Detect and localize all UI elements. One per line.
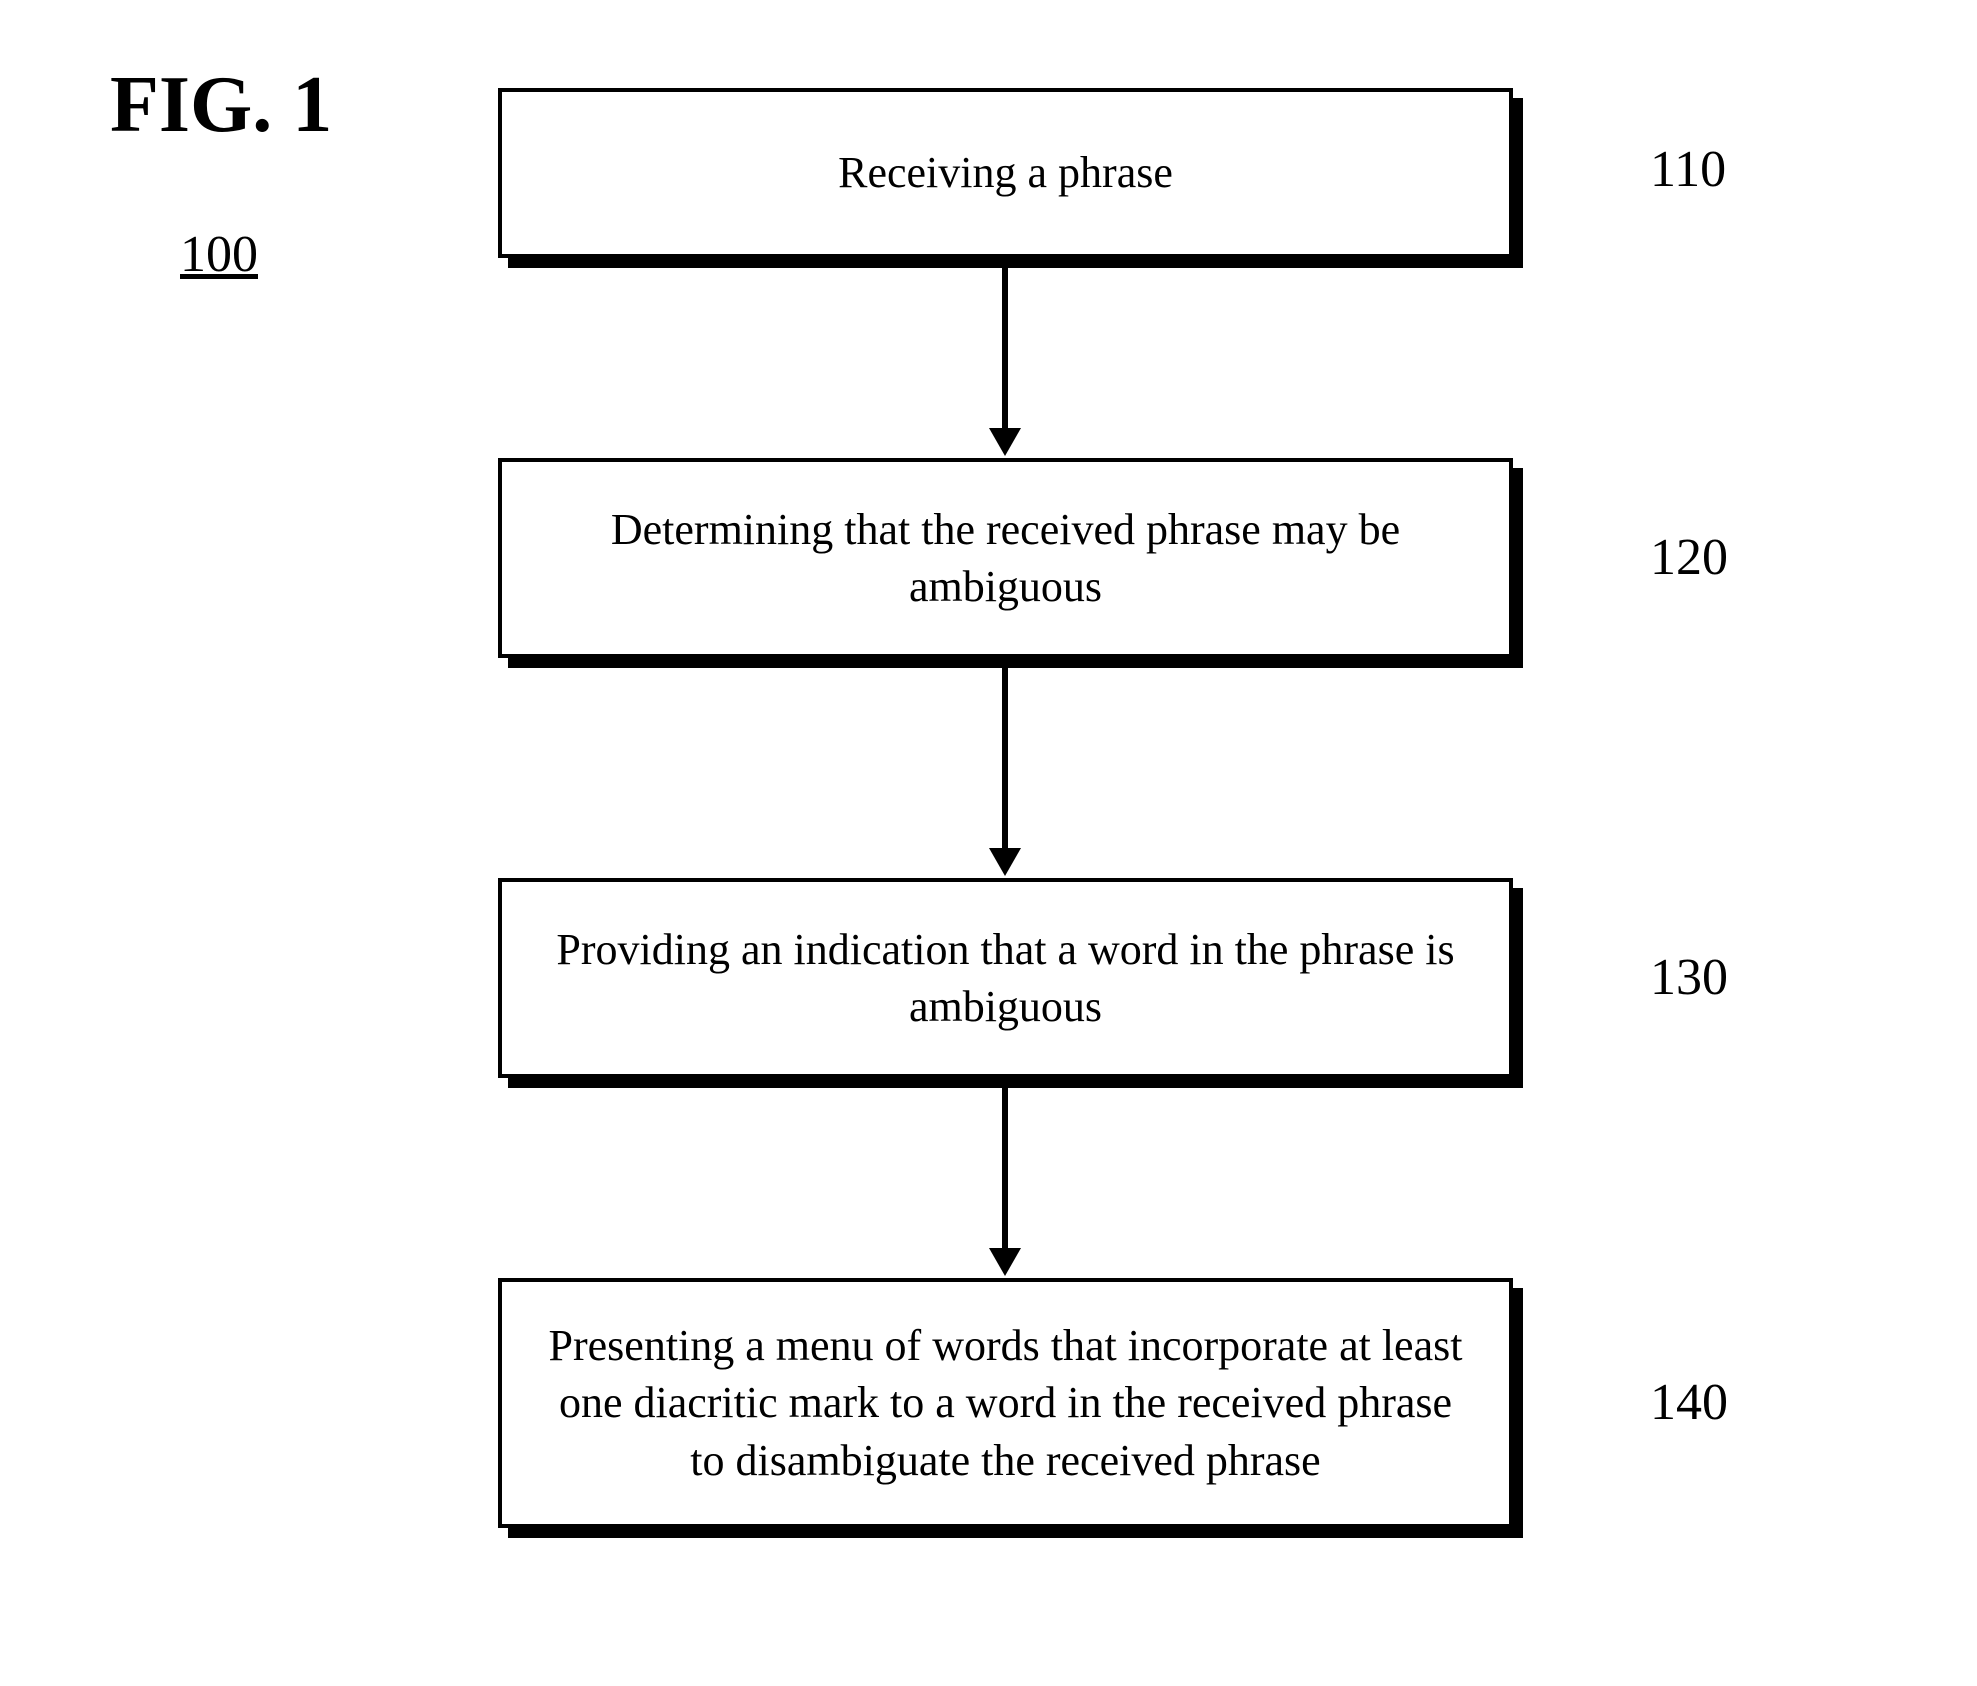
- figure-reference-number: 100: [180, 225, 258, 284]
- step-text: Receiving a phrase: [838, 144, 1173, 201]
- step-ref-140: 140: [1650, 1373, 1728, 1432]
- flow-arrow: [1002, 668, 1008, 858]
- step-ref-110: 110: [1650, 140, 1726, 199]
- step-text: Determining that the received phrase may…: [542, 501, 1469, 615]
- flow-arrow: [1002, 268, 1008, 438]
- arrow-down-icon: [989, 848, 1021, 876]
- arrow-down-icon: [989, 428, 1021, 456]
- figure-title: FIG. 1: [110, 60, 332, 151]
- step-ref-130: 130: [1650, 948, 1728, 1007]
- step-ref-120: 120: [1650, 528, 1728, 587]
- arrow-down-icon: [989, 1248, 1021, 1276]
- flow-step-120: Determining that the received phrase may…: [498, 458, 1513, 658]
- flow-step-140: Presenting a menu of words that incorpor…: [498, 1278, 1513, 1528]
- step-text: Providing an indication that a word in t…: [542, 921, 1469, 1035]
- flow-step-130: Providing an indication that a word in t…: [498, 878, 1513, 1078]
- step-text: Presenting a menu of words that incorpor…: [542, 1317, 1469, 1489]
- flow-arrow: [1002, 1088, 1008, 1258]
- flow-step-110: Receiving a phrase: [498, 88, 1513, 258]
- diagram-canvas: FIG. 1 100 Receiving a phrase 110 Determ…: [0, 0, 1977, 1686]
